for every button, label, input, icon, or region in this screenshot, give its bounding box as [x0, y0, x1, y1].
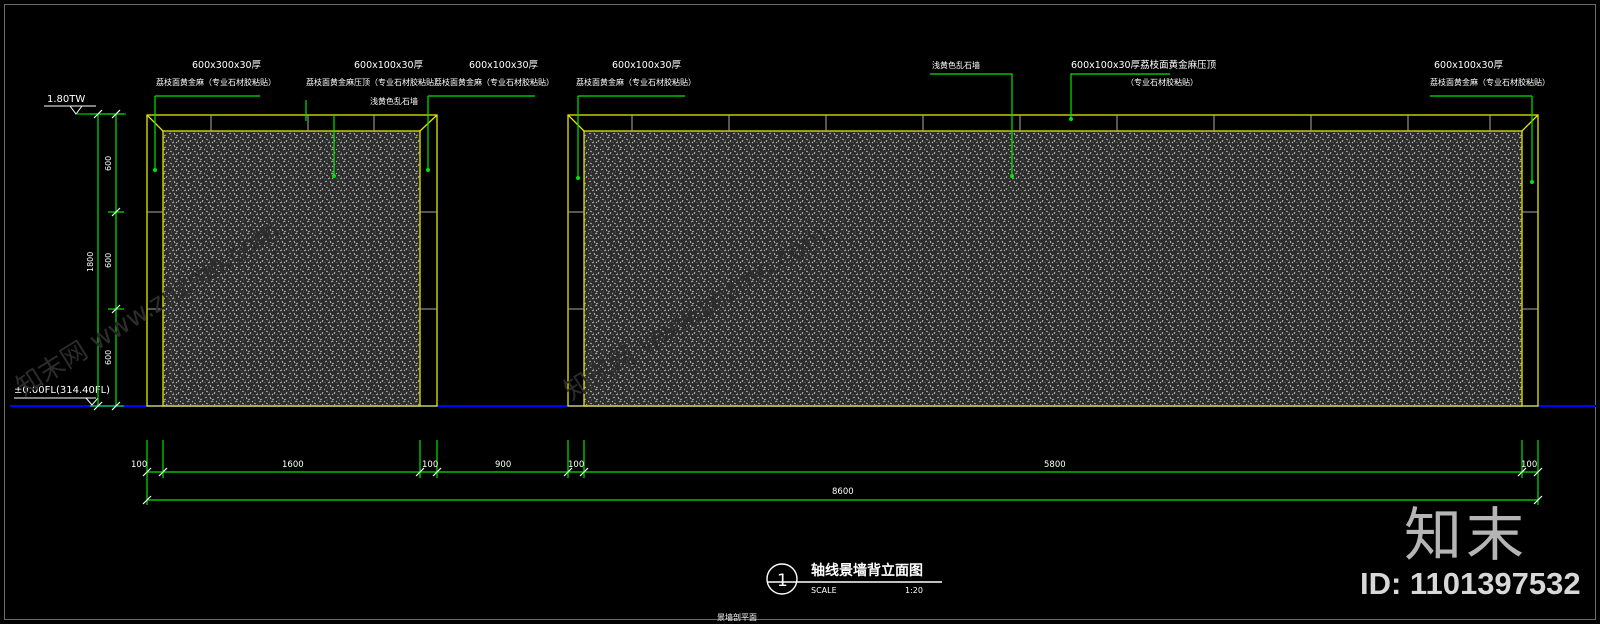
- vdim-total: 1800: [86, 252, 95, 272]
- annotation-2-desc2: 浅黄色乱石墙: [370, 96, 418, 106]
- title-number: 1: [777, 571, 788, 591]
- hdim-seg-6: 5800: [1044, 460, 1066, 470]
- hdim-seg-7: 100: [1521, 460, 1537, 470]
- elevation-drawing: 600x300x30厚 荔枝面黄金麻（专业石材胶粘贴） 600x100x30厚 …: [10, 59, 1596, 622]
- right-wall-stone-panel: [584, 131, 1522, 405]
- annotation-4-size: 600x100x30厚: [612, 60, 682, 71]
- annotation-7-desc: 荔枝面黄金麻（专业石材胶粘贴）: [1430, 77, 1550, 87]
- subtitle-text: 景墙剖平面: [717, 612, 757, 622]
- annotation-3-size: 600x100x30厚: [469, 60, 539, 71]
- hdim-seg-1: 100: [131, 460, 147, 470]
- annotation-4-desc: 荔枝面黄金麻（专业石材胶粘贴）: [576, 77, 696, 87]
- right-wall: [567, 114, 1539, 407]
- annotation-7-size: 600x100x30厚: [1434, 60, 1504, 71]
- title-text: 轴线景墙背立面图: [811, 562, 923, 579]
- scale-value: 1:20: [905, 586, 923, 595]
- vdim-seg-1: 600: [104, 156, 113, 171]
- watermark-logo: 知末: [1404, 501, 1529, 569]
- top-level-label: 1.80TW: [47, 94, 85, 105]
- hdim-seg-4: 900: [495, 460, 511, 470]
- hdim-total: 8600: [832, 487, 854, 497]
- hdim-seg-3: 100: [422, 460, 438, 470]
- annotation-3-desc: 荔枝面黄金麻（专业石材胶粘贴）: [434, 77, 554, 87]
- top-level-marker: 1.80TW: [44, 94, 126, 115]
- watermark-id: ID: 1101397532: [1360, 566, 1581, 601]
- annotation-6-desc: （专业石材胶粘贴）: [1126, 77, 1198, 87]
- annotation-1-size: 600x300x30厚: [192, 60, 262, 71]
- annotation-2-size: 600x100x30厚: [354, 60, 424, 71]
- annotation-6-size: 600x100x30厚荔枝面黄金麻压顶: [1071, 59, 1217, 71]
- annotation-1-desc: 荔枝面黄金麻（专业石材胶粘贴）: [156, 77, 276, 87]
- vdim-seg-2: 600: [104, 253, 113, 268]
- annotation-2-desc: 荔枝面黄金麻压顶（专业石材胶粘贴）: [306, 77, 442, 87]
- hdim-seg-2: 1600: [282, 460, 304, 470]
- annotation-5-desc: 浅黄色乱石墙: [932, 60, 980, 70]
- drawing-title-block: 1 轴线景墙背立面图 SCALE 1:20 景墙剖平面: [717, 562, 942, 622]
- scale-label: SCALE: [811, 586, 837, 595]
- hdim-seg-5: 100: [568, 460, 584, 470]
